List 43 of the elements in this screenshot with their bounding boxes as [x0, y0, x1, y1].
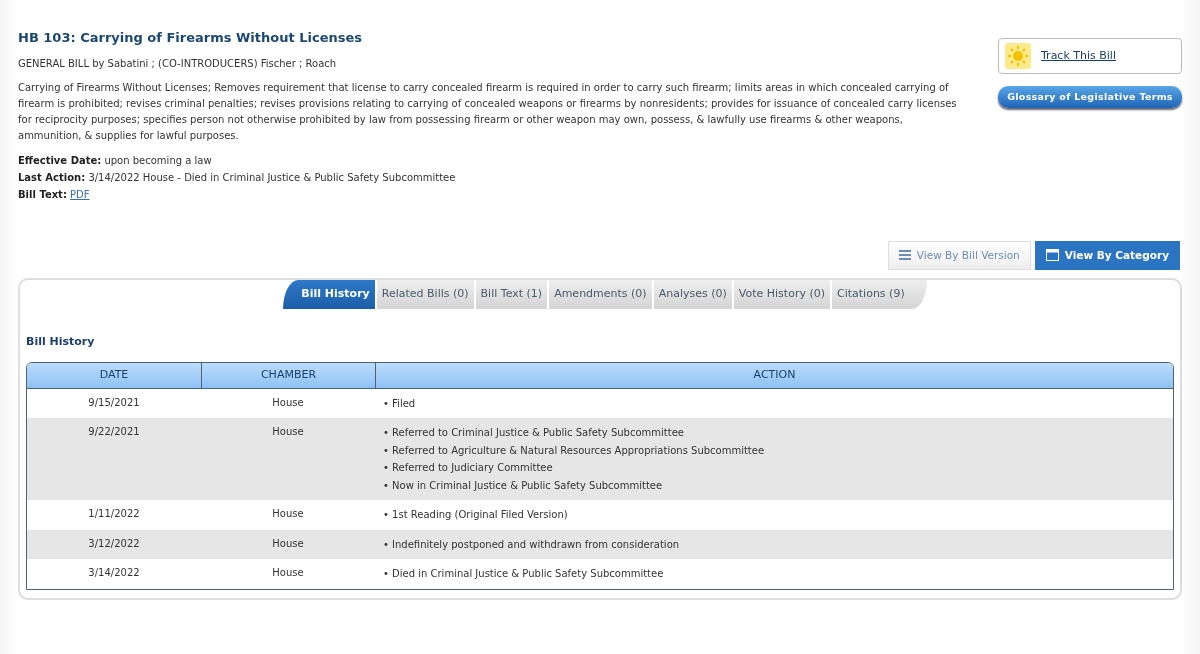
tab[interactable]: Bill History — [283, 280, 375, 309]
pdf-link[interactable]: PDF — [70, 188, 90, 200]
date-cell: 9/22/2021 — [88, 426, 140, 438]
action-item: • Indefinitely postponed and withdrawn from consideration — [383, 538, 680, 550]
column-header: CHAMBER — [201, 363, 375, 388]
bill-summary: Carrying of Firearms Without Licenses; Removes requirement that license to carry concealed firearm is required in order to carry such firearm; limits areas in which concealed carrying of firearm is prohibited; revises criminal penalties; revises provisions relating to carrying of concealed weapons or firearms by nonresidents; provides for issuance of concealed carry licenses for reciprocity purposes; specifies person not otherwise prohibited by law from possessing firearm or other weapon may own, possess, & lawfully use firearms & other weapons, ammunition, & supplies for lawful purposes. — [18, 80, 958, 143]
last-action: Last Action: 3/14/2022 House - Died in Criminal Justice & Public Safety Subcommittee — [18, 170, 457, 185]
chamber-cell: House — [272, 567, 304, 579]
action-item: • Referred to Judiciary Committee — [383, 462, 553, 474]
glossary-button[interactable]: Glossary of Legislative Terms — [998, 86, 1182, 109]
bill-title: HB 103: Carrying of Firearms Without Licenses — [18, 30, 363, 46]
tab[interactable]: Vote History (0) — [733, 280, 830, 309]
sun-icon — [1005, 43, 1031, 69]
date-cell: 9/15/2021 — [88, 396, 140, 408]
action-item: • Referred to Agriculture & Natural Resources Appropriations Subcommittee — [383, 444, 765, 456]
date-cell: 1/11/2022 — [88, 508, 140, 520]
tab[interactable]: Related Bills (0) — [376, 280, 474, 309]
chamber-cell: House — [272, 396, 304, 408]
chamber-cell: House — [272, 426, 304, 438]
column-header: ACTION — [375, 363, 1173, 388]
effective-date: Effective Date: upon becoming a law — [18, 153, 213, 168]
action-item: • 1st Reading (Original Filed Version) — [383, 509, 568, 521]
tab[interactable]: Analyses (0) — [653, 280, 732, 309]
view-by-version-button[interactable]: View By Bill Version — [887, 240, 1031, 271]
tab[interactable]: Amendments (0) — [549, 280, 652, 309]
tab[interactable]: Bill Text (1) — [475, 280, 548, 309]
date-cell: 3/14/2022 — [88, 567, 140, 579]
chamber-cell: House — [272, 537, 304, 549]
action-item: • Filed — [383, 397, 416, 409]
section-heading: Bill History — [26, 333, 96, 350]
chamber-cell: House — [272, 508, 304, 520]
action-item: • Now in Criminal Justice & Public Safety Subcommittee — [383, 479, 663, 491]
track-bill-link[interactable]: Track This Bill — [1041, 47, 1116, 65]
action-item: • Referred to Criminal Justice & Public Safety Subcommittee — [383, 427, 684, 439]
date-cell: 3/12/2022 — [88, 537, 140, 549]
view-by-category-button[interactable]: View By Category — [1034, 240, 1180, 271]
action-item: • Died in Criminal Justice & Public Safety Subcommittee — [383, 568, 664, 580]
sponsors-text: GENERAL BILL by Sabatini ; (CO-INTRODUCERS) Fischer ; Roach — [18, 56, 338, 71]
tab[interactable]: Citations (9) — [832, 280, 927, 309]
bill-text-label: Bill Text: — [18, 188, 67, 200]
window-icon — [1045, 249, 1059, 262]
menu-icon — [898, 250, 911, 261]
column-header: DATE — [98, 367, 130, 384]
